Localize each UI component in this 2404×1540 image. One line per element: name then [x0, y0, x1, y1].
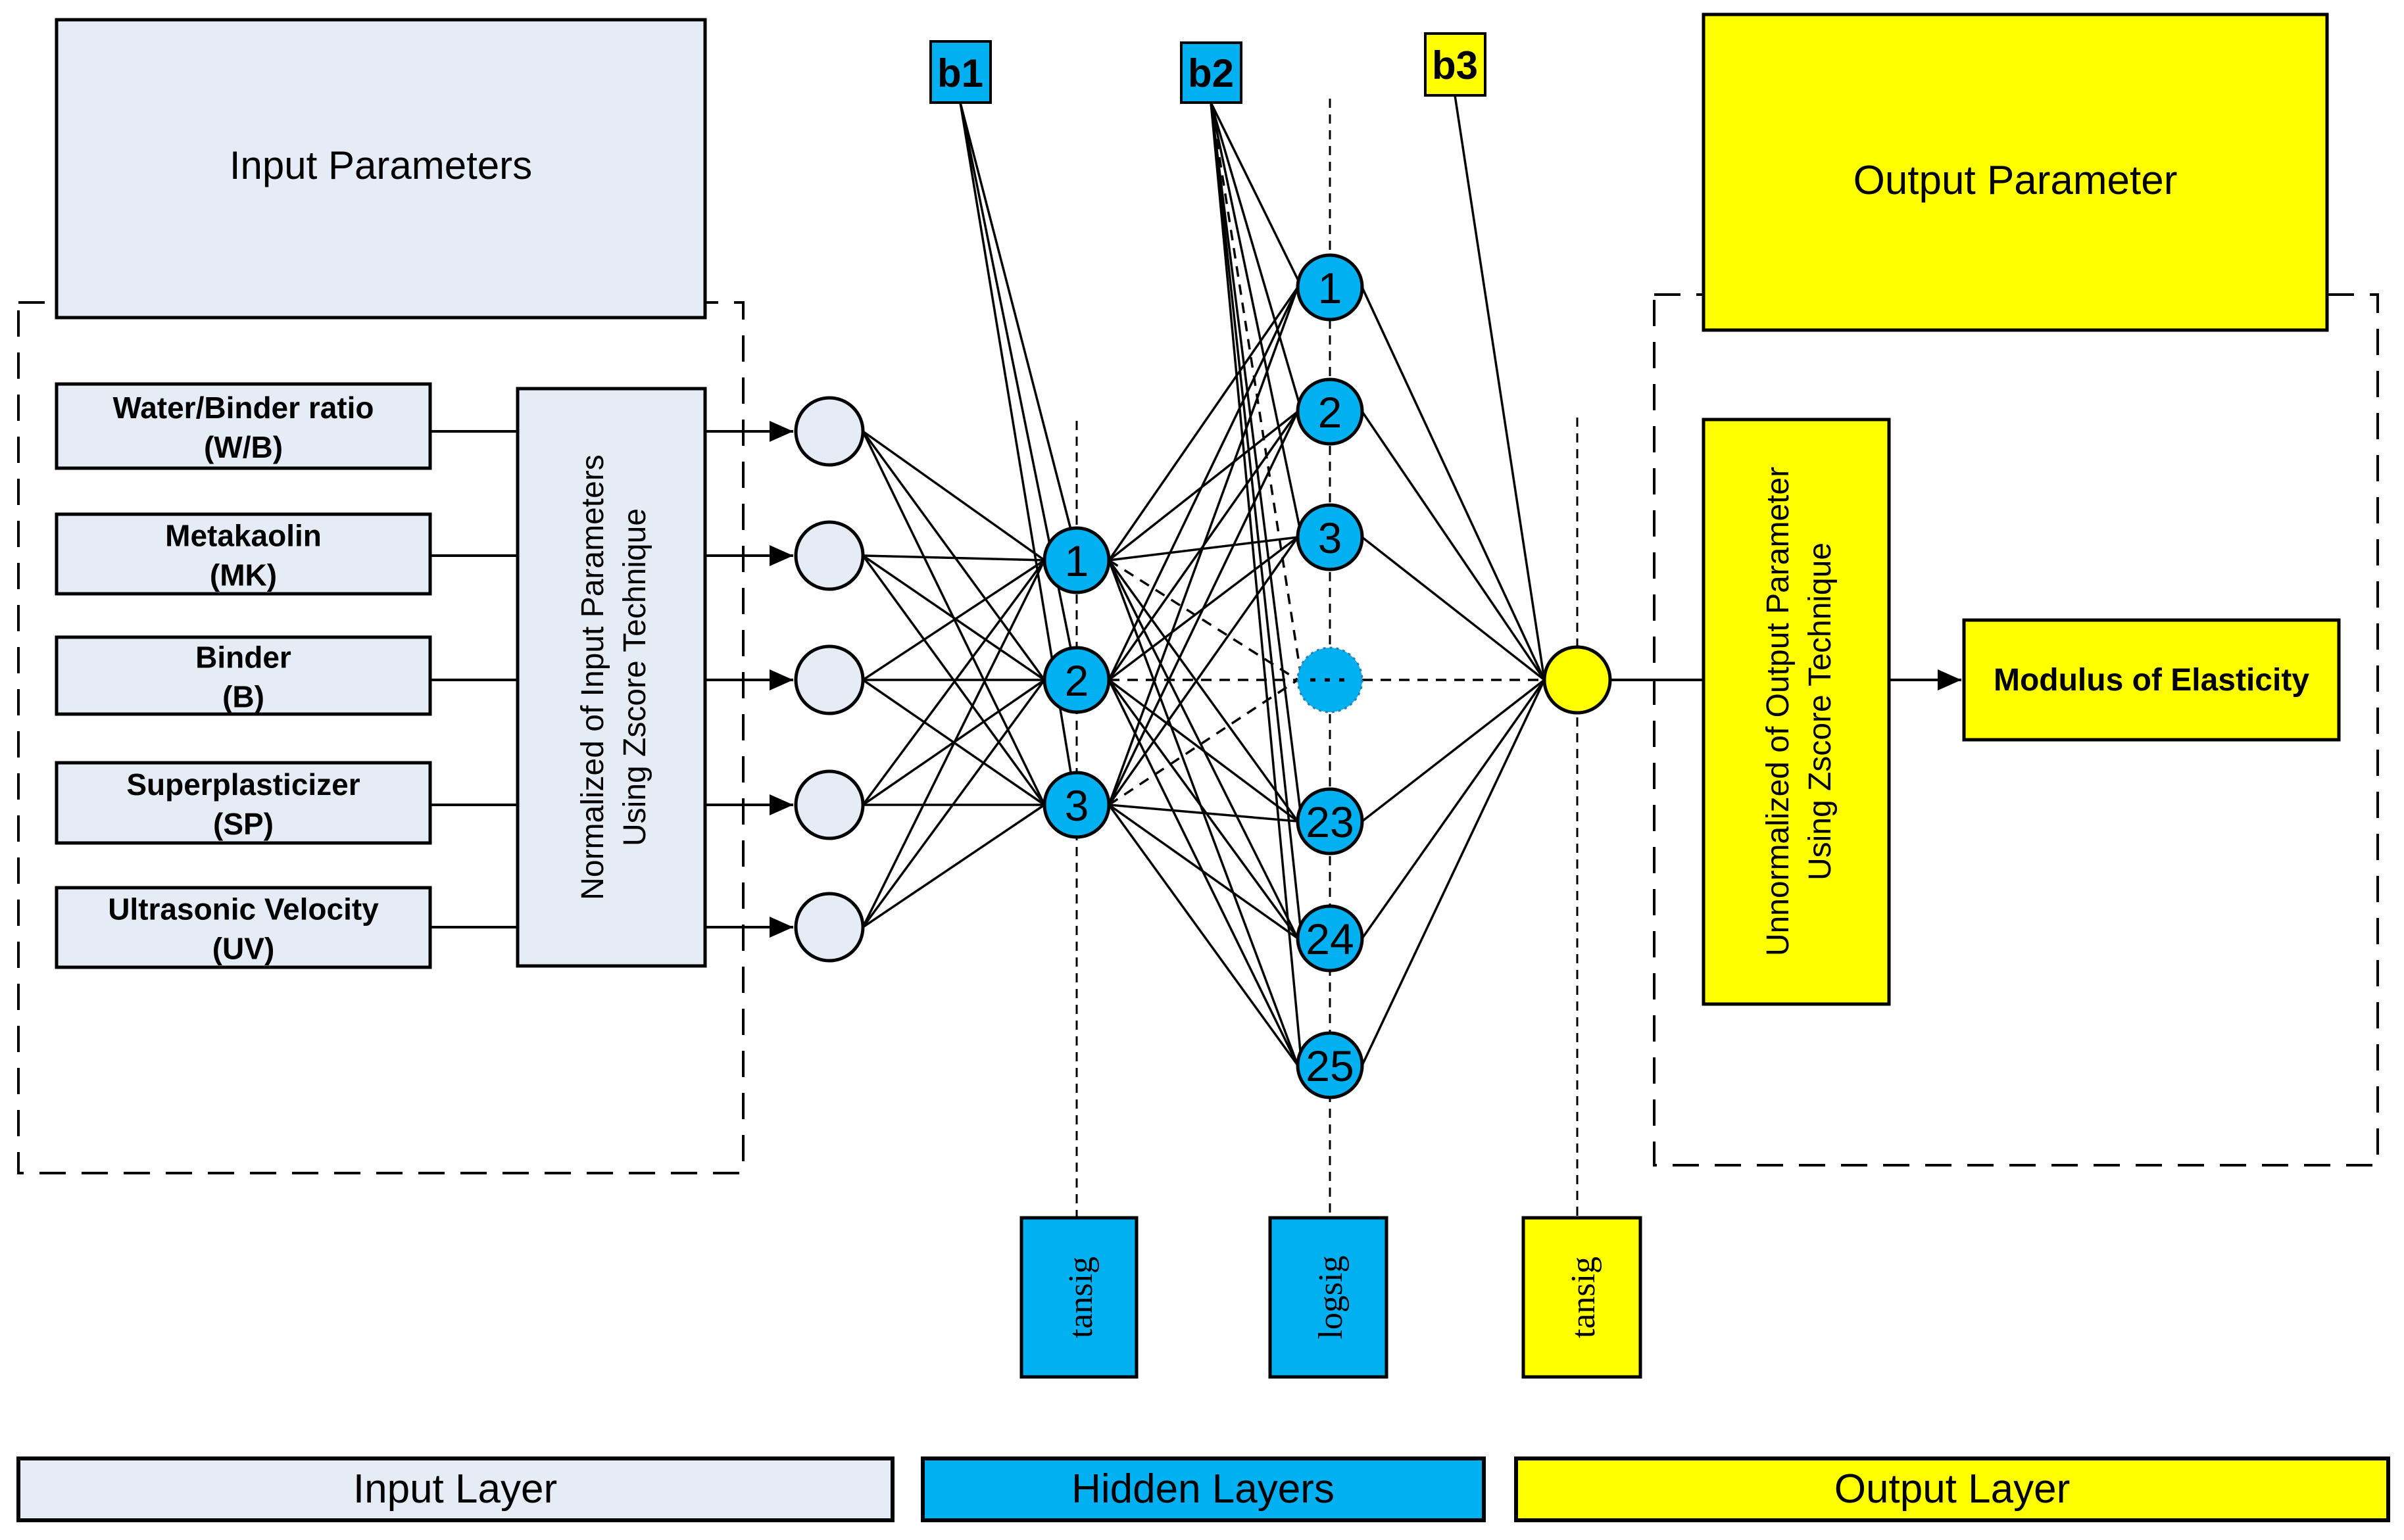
legend-hidden-layers: Hidden Layers [921, 1456, 1486, 1522]
result-label: Modulus of Elasticity [1994, 663, 2309, 698]
input-neuron [794, 644, 865, 715]
activation-hidden1-label: tansig [1062, 1257, 1100, 1338]
input-neuron [794, 520, 865, 591]
normalization-box: Normalized of Input Parameters Using Zsc… [516, 387, 707, 968]
input-neuron [794, 892, 865, 963]
input-parameter-box: Ultrasonic Velocity (UV) [55, 886, 432, 969]
input-parameter-name: Water/Binder ratio [112, 391, 374, 425]
weight-hidden1-hidden2 [1108, 804, 1299, 940]
legend-output-label: Output Layer [1834, 1466, 2070, 1512]
unnormalization-box: Unnormalized of Output Parameter Using Z… [1702, 418, 1891, 1006]
legend-hidden-label: Hidden Layers [1071, 1466, 1335, 1512]
hidden1-neuron-label: 3 [1065, 781, 1089, 830]
hidden2-neuron-label: 25 [1306, 1042, 1354, 1090]
normalization-line2: Using Zscore Technique [618, 508, 652, 846]
weight-input-hidden1 [862, 560, 1046, 928]
input-parameter-abbr: (W/B) [204, 430, 283, 464]
bias-b2-label: b2 [1188, 51, 1234, 95]
activation-hidden2: logsig [1268, 1216, 1388, 1379]
activation-hidden2-label: logsig [1312, 1255, 1350, 1339]
input-neuron [794, 396, 865, 467]
output-neuron [1542, 645, 1612, 715]
weight-hidden1-hidden2 [1108, 804, 1299, 1067]
activation-output-label: tansig [1565, 1257, 1602, 1338]
bias-b2-connection [1210, 102, 1303, 939]
weight-hidden2-output [1361, 679, 1546, 1066]
input-parameter-name: Metakaolin [165, 519, 322, 553]
weight-input-hidden1 [862, 679, 1046, 928]
input-parameter-name: Superplasticizer [126, 767, 360, 802]
normalization-line1: Normalized of Input Parameters [576, 454, 610, 900]
input-parameter-box: Superplasticizer (SP) [55, 761, 432, 845]
modulus-of-elasticity-box: Modulus of Elasticity [1962, 618, 2341, 742]
weight-hidden1-hidden2 [1108, 559, 1299, 823]
ann-architecture-diagram: Input Parameters Output Parameter Water/… [16, 12, 2390, 1522]
bias-b2-connection [1210, 102, 1303, 822]
input-parameter-abbr: (MK) [210, 558, 277, 592]
weight-input-hidden1 [862, 804, 1045, 928]
hidden2-neuron-label: 23 [1306, 798, 1354, 846]
hidden1-neuron-label: 1 [1065, 537, 1089, 585]
hidden2-neuron-label: 2 [1318, 388, 1342, 437]
legend-output-layer: Output Layer [1514, 1456, 2390, 1522]
bias-b3: b3 [1424, 32, 1486, 97]
hidden1-neuron-label: 2 [1065, 656, 1089, 705]
hidden2-neuron-label: 3 [1318, 514, 1342, 562]
bias-b1-connection [959, 102, 1073, 533]
weight-hidden2-output [1361, 679, 1546, 940]
weight-hidden1-hidden2 [1108, 536, 1299, 806]
weight-hidden2-output [1361, 287, 1546, 681]
bias-b1: b1 [929, 40, 992, 104]
weight-hidden2-output [1361, 536, 1546, 681]
input-parameter-abbr: (UV) [212, 932, 275, 966]
hidden2-neuron-label: 24 [1306, 915, 1354, 963]
weight-hidden2-output [1361, 679, 1546, 823]
input-parameter-box: Metakaolin (MK) [55, 512, 432, 596]
input-parameter-abbr: (SP) [213, 807, 274, 841]
output-parameter-box: Output Parameter [1702, 12, 2329, 332]
bias-b2-connection [1210, 102, 1303, 1066]
input-parameters-box: Input Parameters [55, 18, 707, 320]
unnormalization-line1: Unnormalized of Output Parameter [1761, 467, 1796, 956]
input-parameter-box: Binder (B) [55, 635, 432, 716]
input-parameter-abbr: (B) [222, 680, 264, 714]
bias-b1-label: b1 [937, 51, 983, 95]
weight-hidden1-hidden2 [1108, 679, 1298, 806]
input-parameters-title: Input Parameters [230, 143, 532, 187]
weight-hidden1-hidden2 [1108, 679, 1299, 823]
input-neuron [794, 769, 865, 840]
activation-output: tansig [1521, 1216, 1642, 1379]
legend-input-label: Input Layer [353, 1466, 557, 1512]
input-parameter-name: Binder [195, 640, 291, 675]
bias-b2: b2 [1180, 41, 1242, 104]
hidden2-neuron-label: 1 [1318, 264, 1342, 312]
input-parameter-box: Water/Binder ratio (W/B) [55, 382, 432, 470]
bias-b3-connection [1454, 95, 1546, 681]
input-parameter-name: Ultrasonic Velocity [108, 892, 379, 926]
bias-b3-label: b3 [1432, 43, 1478, 87]
unnormalization-line2: Using Zscore Technique [1803, 542, 1838, 880]
legend-input-layer: Input Layer [16, 1456, 895, 1522]
weight-hidden2-output [1361, 411, 1546, 681]
activation-hidden1: tansig [1019, 1216, 1139, 1379]
output-parameter-title: Output Parameter [1853, 158, 2178, 203]
weight-hidden1-hidden2 [1108, 287, 1299, 561]
